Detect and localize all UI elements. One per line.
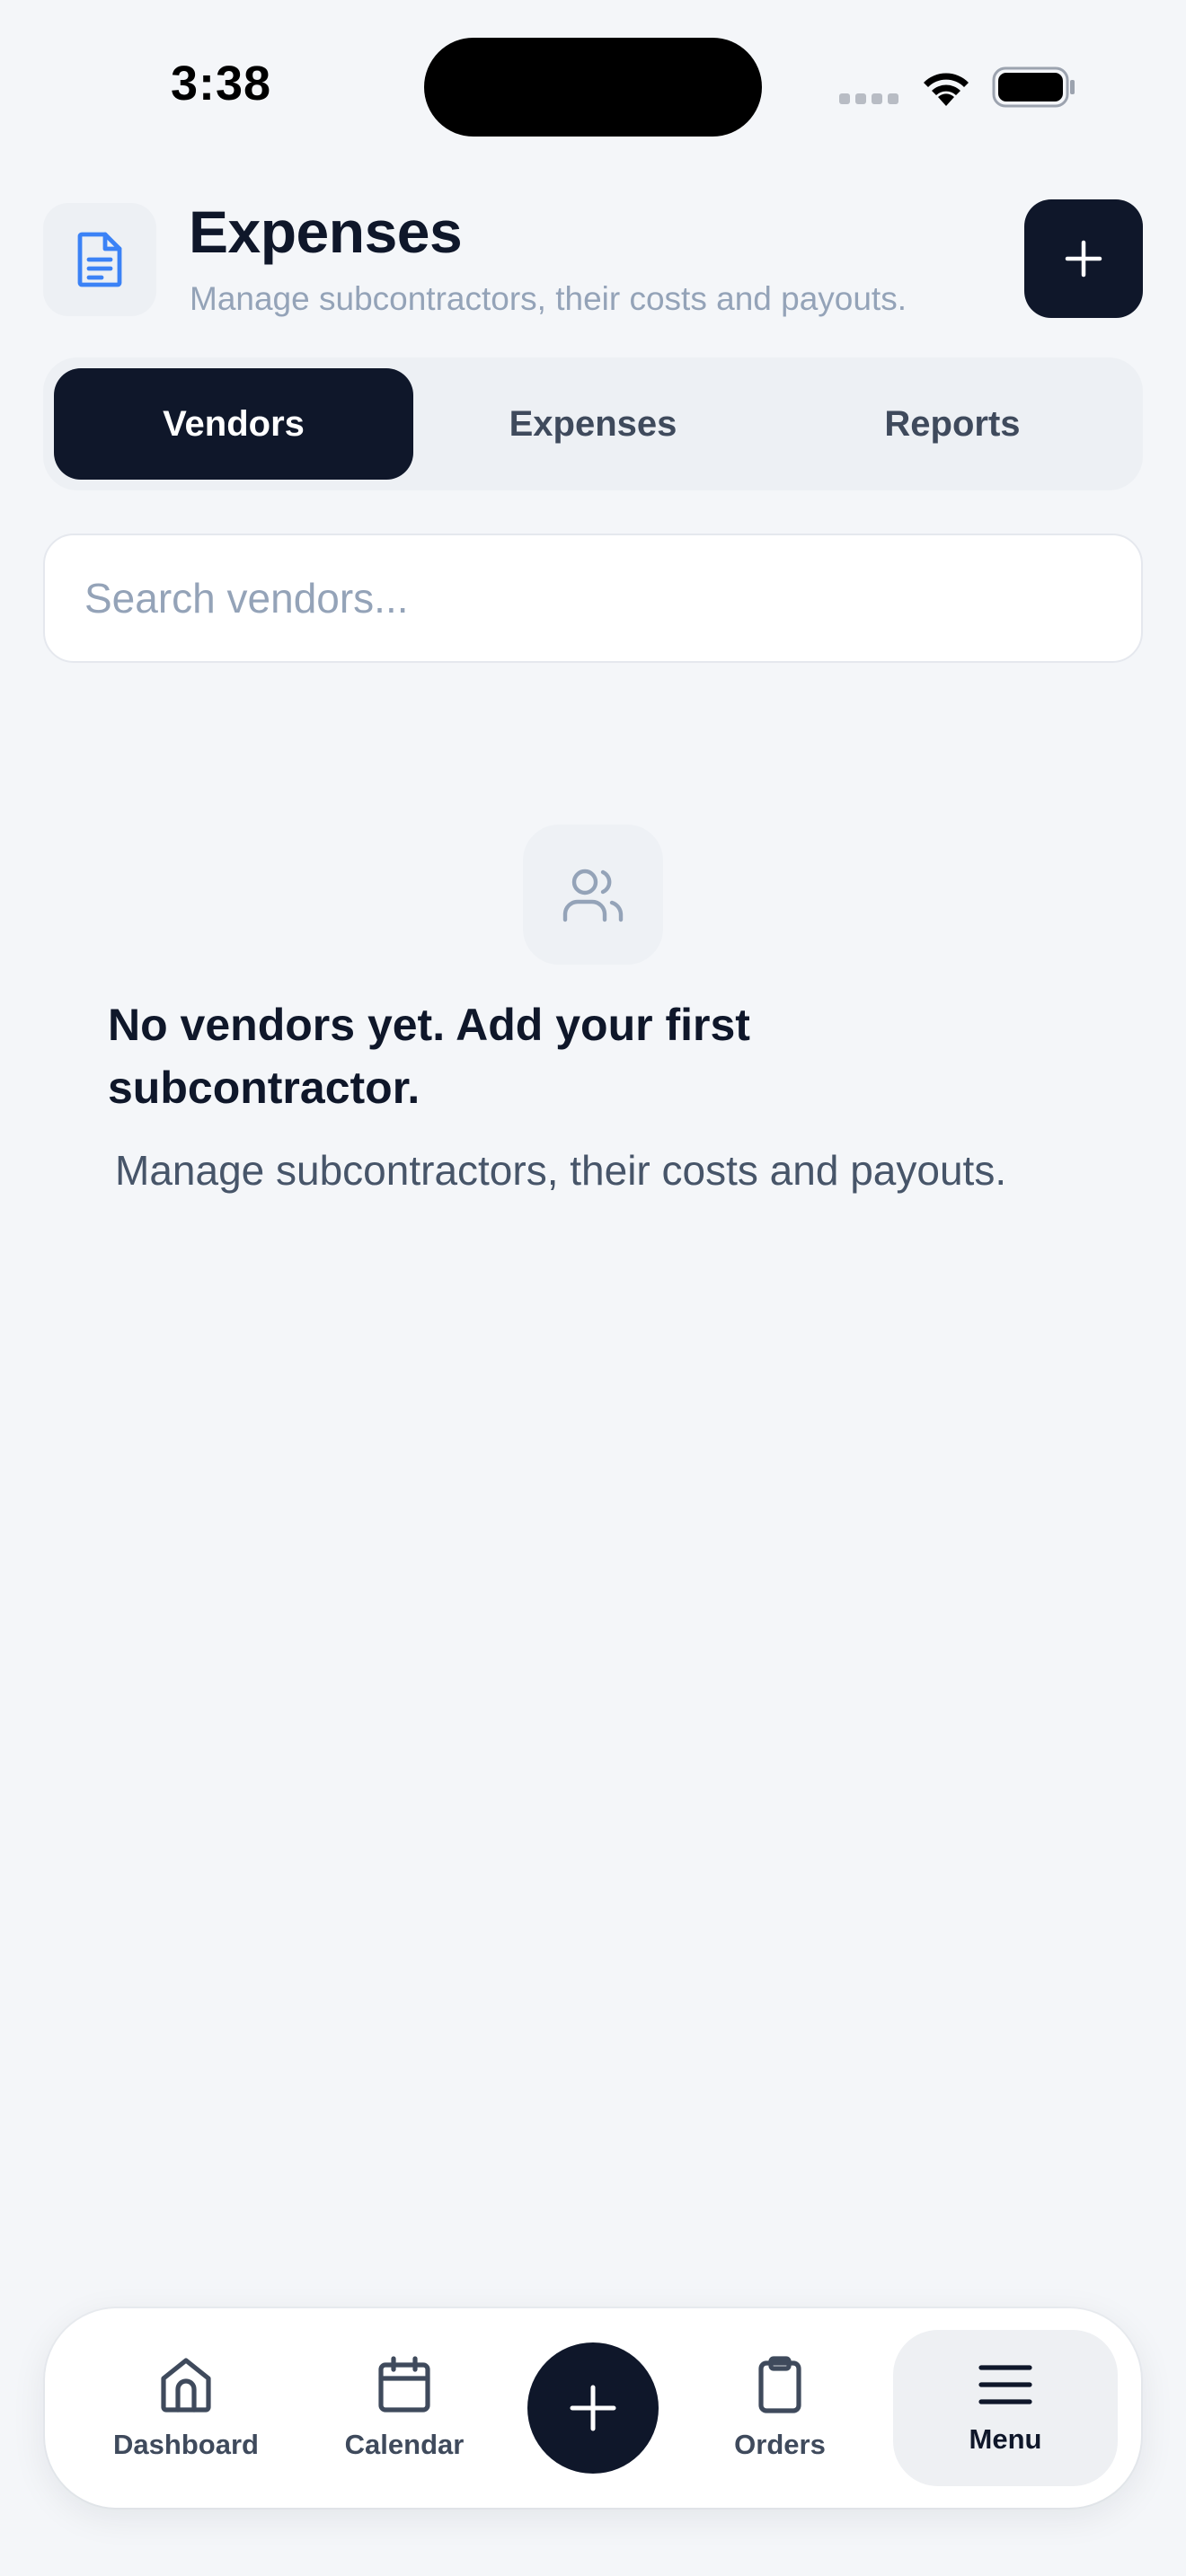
nav-label: Dashboard: [113, 2429, 259, 2460]
nav-item-orders[interactable]: Orders: [677, 2308, 883, 2508]
tab-expenses[interactable]: Expenses: [413, 368, 773, 480]
nav-label: Orders: [734, 2429, 826, 2460]
users-icon: [523, 825, 663, 965]
clipboard-icon: [758, 2356, 801, 2413]
status-time: 3:38: [171, 57, 272, 110]
empty-state-title: No vendors yet. Add your first subcontra…: [108, 1000, 750, 1113]
wifi-icon: [924, 73, 969, 106]
cellular-signal-icon: [839, 93, 898, 104]
nav-item-menu[interactable]: Menu: [893, 2330, 1118, 2486]
nav-item-dashboard[interactable]: Dashboard: [83, 2308, 289, 2508]
quick-add-button[interactable]: [527, 2342, 659, 2474]
document-icon: [43, 203, 156, 316]
plus-icon: [1065, 240, 1102, 278]
menu-icon: [978, 2365, 1032, 2404]
page-title: Expenses: [189, 198, 463, 265]
bottom-nav: Dashboard Calendar Orders Menu: [45, 2308, 1141, 2508]
empty-state-subtitle: Manage subcontractors, their costs and p…: [115, 1147, 1007, 1194]
dynamic-island: [424, 38, 762, 137]
battery-icon: [992, 66, 1075, 108]
status-bar: 3:38: [0, 0, 1186, 171]
plus-icon: [570, 2385, 616, 2431]
search-input[interactable]: [43, 534, 1143, 663]
page-subtitle: Manage subcontractors, their costs and p…: [190, 280, 907, 317]
nav-item-calendar[interactable]: Calendar: [301, 2308, 508, 2508]
nav-label: Calendar: [344, 2429, 465, 2460]
tab-vendors[interactable]: Vendors: [54, 368, 413, 480]
add-vendor-button[interactable]: [1024, 199, 1143, 318]
nav-label: Menu: [969, 2423, 1042, 2455]
tab-reports[interactable]: Reports: [773, 368, 1132, 480]
calendar-icon: [378, 2356, 430, 2413]
segmented-tabs: Vendors Expenses Reports: [43, 357, 1143, 490]
home-icon: [161, 2358, 211, 2413]
